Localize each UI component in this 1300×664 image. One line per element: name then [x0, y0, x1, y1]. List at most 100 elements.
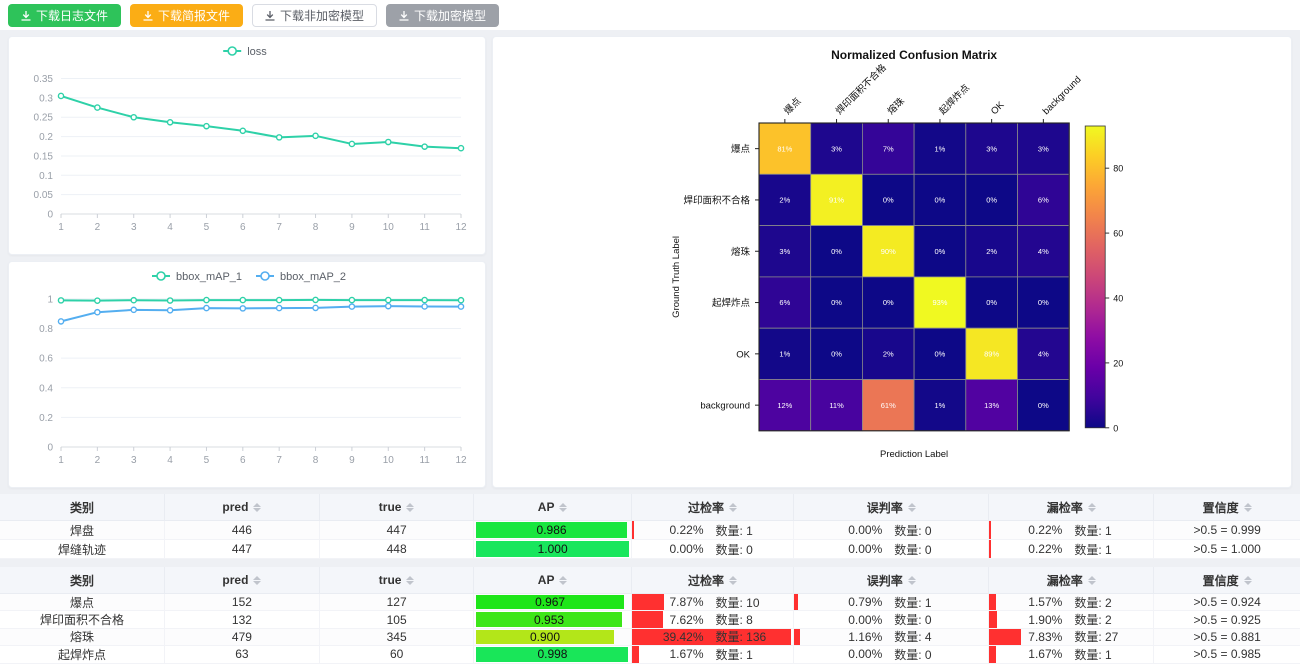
sort-icon[interactable] — [908, 503, 916, 512]
column-header-置信度[interactable]: 置信度 — [1154, 494, 1300, 520]
column-header-label: pred — [222, 573, 248, 587]
column-header-置信度[interactable]: 置信度 — [1154, 567, 1300, 593]
sort-icon[interactable] — [559, 576, 567, 585]
column-header-误判率[interactable]: 误判率 — [794, 567, 989, 593]
data-point — [349, 304, 354, 309]
column-header-true[interactable]: true — [320, 494, 475, 520]
matrix-row-label: 爆点 — [731, 143, 751, 155]
pred-count-cell: 63 — [165, 646, 320, 662]
map-chart: 00.20.40.60.81123456789101112bbox_mAP_1b… — [9, 262, 486, 484]
sort-icon[interactable] — [406, 576, 414, 585]
rate-count: 数量: 2 — [1074, 594, 1136, 610]
rate-percent: 1.57% — [1006, 595, 1062, 609]
x-tick-label: 8 — [313, 455, 319, 466]
rate-count: 数量: 0 — [894, 646, 956, 662]
table-row: 焊印面积不合格1321050.9537.62%数量: 80.00%数量: 01.… — [0, 611, 1300, 628]
data-point — [167, 308, 172, 313]
x-tick-label: 12 — [455, 222, 467, 233]
download-icon — [21, 11, 31, 21]
download-encrypted-model-button[interactable]: 下载加密模型 — [386, 4, 499, 27]
class-name-cell: 焊盘 — [0, 521, 165, 539]
data-point — [458, 298, 463, 303]
rate-percent: 0.79% — [826, 595, 882, 609]
sort-icon[interactable] — [729, 576, 737, 585]
ap-bar: 0.953 — [476, 612, 621, 626]
column-header-AP[interactable]: AP — [474, 494, 631, 520]
rate-count: 数量: 1 — [716, 646, 778, 662]
matrix-cell-value: 1% — [935, 144, 946, 153]
column-header-过检率[interactable]: 过检率 — [632, 494, 795, 520]
matrix-col-label: 焊印面积不合格 — [833, 61, 889, 117]
rate-percent: 1.90% — [1006, 613, 1062, 627]
sort-icon[interactable] — [1088, 503, 1096, 512]
sort-icon[interactable] — [1244, 503, 1252, 512]
sort-icon[interactable] — [1088, 576, 1096, 585]
sort-icon[interactable] — [253, 576, 261, 585]
loss-chart: 00.050.10.150.20.250.30.3512345678910111… — [9, 37, 486, 251]
matrix-cell-value: 3% — [1038, 144, 1049, 153]
data-point — [240, 306, 245, 311]
rate-count: 数量: 1 — [1074, 541, 1136, 558]
column-header-AP[interactable]: AP — [474, 567, 631, 593]
rate-cell: 7.87%数量: 10 — [632, 594, 795, 610]
column-header-过检率[interactable]: 过检率 — [632, 567, 795, 593]
matrix-cell-value: 0% — [935, 247, 946, 256]
data-point — [167, 298, 172, 303]
sort-icon[interactable] — [908, 576, 916, 585]
ap-cell: 0.967 — [474, 594, 631, 610]
column-header-误判率[interactable]: 误判率 — [794, 494, 989, 520]
data-point — [131, 307, 136, 312]
column-header-pred[interactable]: pred — [165, 494, 320, 520]
confusion-matrix-chart: Normalized Confusion Matrix81%3%7%1%3%3%… — [493, 37, 1292, 477]
download-log-button[interactable]: 下载日志文件 — [8, 4, 121, 27]
legend-item-bbox_mAP_2[interactable]: bbox_mAP_2 — [256, 271, 346, 283]
rate-cell: 1.16%数量: 4 — [794, 629, 989, 645]
matrix-cell-value: 13% — [984, 401, 999, 410]
column-header-true[interactable]: true — [320, 567, 475, 593]
sort-icon[interactable] — [1244, 576, 1252, 585]
matrix-row-label: background — [700, 401, 750, 412]
rate-cell: 0.00%数量: 0 — [794, 540, 989, 558]
sort-icon[interactable] — [559, 503, 567, 512]
column-header-label: 置信度 — [1203, 572, 1239, 589]
sort-icon[interactable] — [729, 503, 737, 512]
data-point — [422, 304, 427, 309]
y-tick-label: 0.4 — [39, 383, 53, 394]
matrix-cell-value: 6% — [1038, 196, 1049, 205]
rate-cell: 39.42%数量: 136 — [632, 629, 795, 645]
matrix-cell-value: 0% — [1038, 298, 1049, 307]
download-plain-model-button[interactable]: 下载非加密模型 — [252, 4, 377, 27]
matrix-cell-value: 3% — [831, 144, 842, 153]
colorbar-tick-label: 40 — [1113, 293, 1123, 303]
true-count-cell: 448 — [320, 540, 475, 558]
matrix-cell-value: 0% — [831, 349, 842, 358]
matrix-col-label: 熔珠 — [885, 95, 907, 117]
rate-cell: 1.57% 数量: 2 — [989, 594, 1154, 610]
sort-icon[interactable] — [253, 503, 261, 512]
matrix-cell-value: 93% — [932, 298, 947, 307]
data-point — [386, 139, 391, 144]
data-point — [313, 133, 318, 138]
series-line-loss — [61, 96, 461, 148]
x-tick-label: 2 — [95, 222, 101, 233]
download-report-button[interactable]: 下载简报文件 — [130, 4, 243, 27]
column-header-pred[interactable]: pred — [165, 567, 320, 593]
legend-item-loss[interactable]: loss — [223, 46, 267, 58]
rate-cell: 7.62%数量: 8 — [632, 611, 795, 627]
matrix-cell-value: 0% — [883, 298, 894, 307]
matrix-cell-value: 2% — [986, 247, 997, 256]
rate-cell: 0.22%数量: 1 — [989, 521, 1154, 539]
column-header-漏检率[interactable]: 漏检率 — [989, 567, 1154, 593]
column-header-漏检率[interactable]: 漏检率 — [989, 494, 1154, 520]
column-header-label: 漏检率 — [1047, 499, 1083, 516]
matrix-row-label: 起焊炸点 — [712, 297, 751, 309]
matrix-cell-value: 4% — [1038, 349, 1049, 358]
column-header-label: 类别 — [70, 499, 94, 516]
sort-icon[interactable] — [406, 503, 414, 512]
pred-count-cell: 132 — [165, 611, 320, 627]
pred-count-cell: 446 — [165, 521, 320, 539]
legend-item-bbox_mAP_1[interactable]: bbox_mAP_1 — [152, 271, 242, 283]
matrix-cell-value: 2% — [883, 349, 894, 358]
charts-section: 00.050.10.150.20.250.30.3512345678910111… — [0, 30, 1300, 494]
table-row: 焊盘4464470.9860.22%数量: 10.00%数量: 00.22%数量… — [0, 521, 1300, 540]
